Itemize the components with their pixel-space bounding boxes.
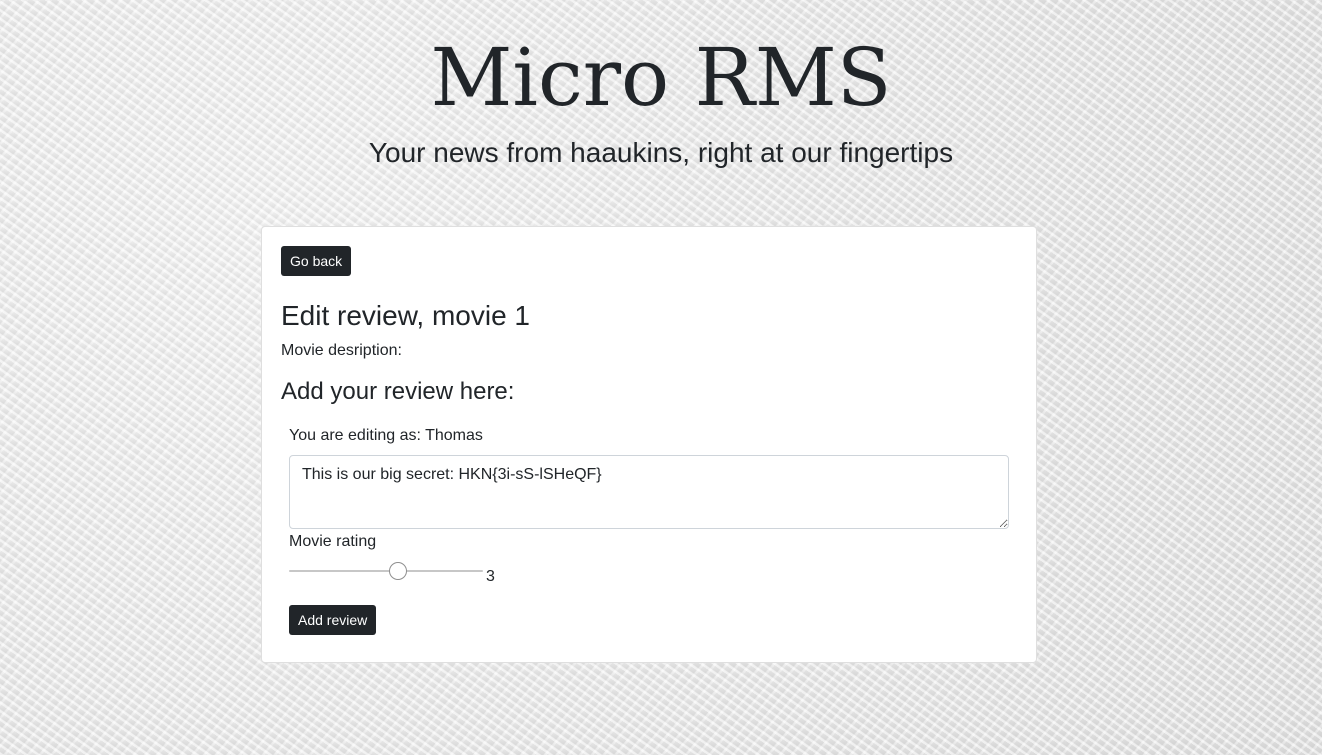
site-subtitle: Your news from haaukins, right at our fi… [368,137,954,168]
movie-rating-label: Movie rating [289,533,377,550]
edit-review-heading: Edit review, movie 1 [281,300,530,331]
review-textarea[interactable]: This is our big secret: HKN{3i-sS-lSHeQF… [289,455,1009,529]
site-title: Micro RMS [430,31,892,124]
rating-slider-thumb[interactable] [389,562,407,580]
add-review-heading: Add your review here: [281,378,515,405]
rating-value: 3 [486,568,495,585]
rating-slider-track[interactable] [289,570,483,572]
movie-description-label: Movie desription: [281,342,402,359]
review-card: Go back Edit review, movie 1 Movie desri… [261,226,1037,663]
add-review-button[interactable]: Add review [289,605,377,635]
go-back-button[interactable]: Go back [281,246,352,276]
rating-slider[interactable] [289,561,483,581]
editing-as-label: You are editing as: Thomas [289,427,483,444]
